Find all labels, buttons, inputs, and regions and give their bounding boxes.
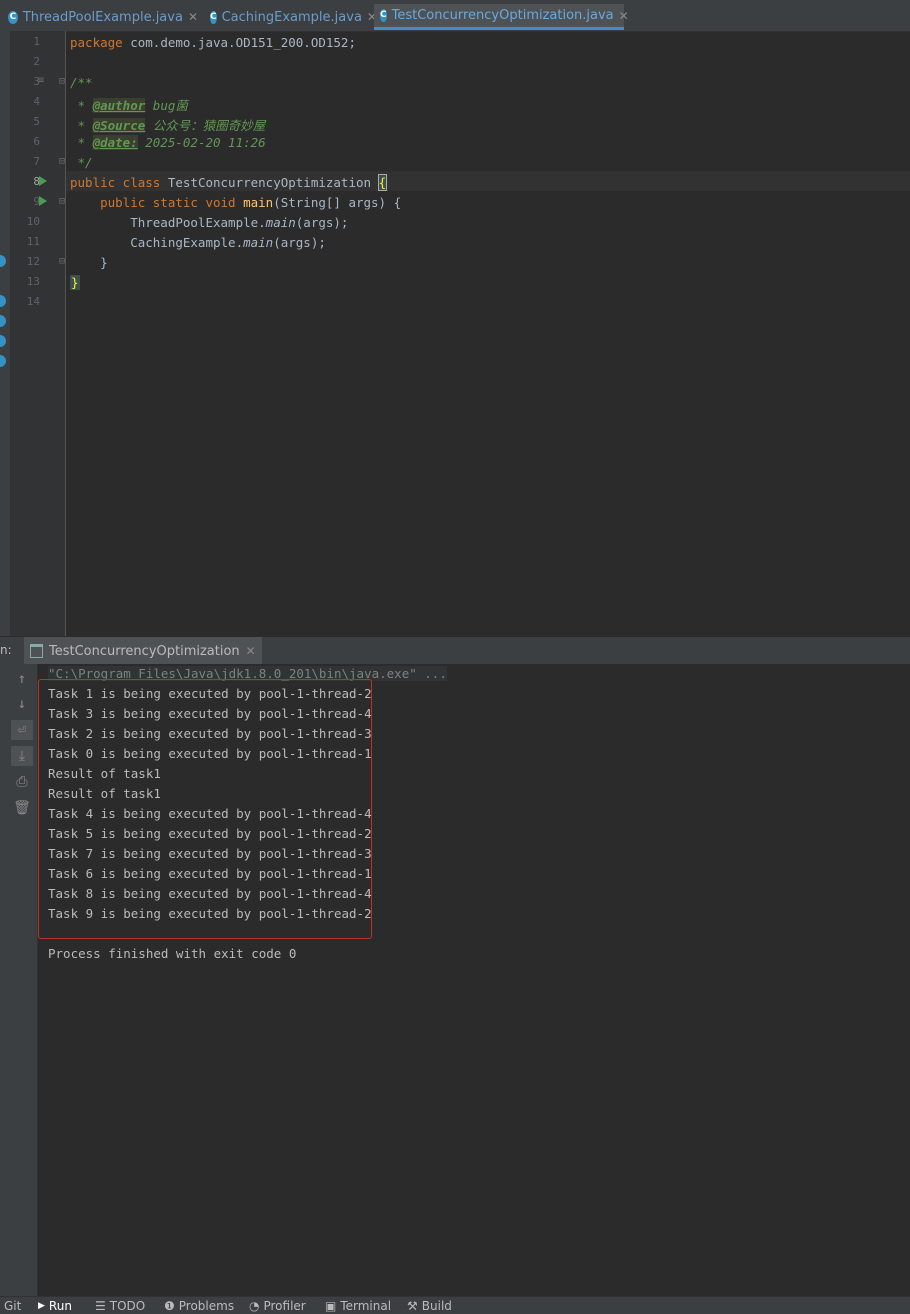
run-class-icon[interactable] [39,176,47,186]
terminal-tool-button[interactable]: ▣ Terminal [325,1299,391,1313]
list-icon: ☰ [95,1299,106,1313]
profiler-tool-button[interactable]: ◔ Profiler [249,1299,306,1313]
code-line: public static void main(String[] args) { [70,195,402,210]
up-arrow-icon[interactable]: ↑ [11,669,33,689]
code-line: public class TestConcurrencyOptimization… [70,174,388,191]
tab-cachingexample[interactable]: C CachingExample.java ✕ [210,4,377,30]
terminal-icon: ▣ [325,1299,337,1313]
line-number: 2 [33,55,40,68]
code-editor[interactable]: package com.demo.java.OD151_200.OD152; /… [66,31,910,636]
build-tool-button[interactable]: ⚒ Build [407,1299,452,1313]
scroll-to-end-icon[interactable]: ⤓ [11,746,33,766]
soft-wrap-icon[interactable]: ⏎ [11,720,33,740]
trash-icon[interactable]: 🗑 [11,798,33,818]
output-line: Task 3 is being executed by pool-1-threa… [48,706,372,721]
fold-icon[interactable]: ⊟ [59,156,65,167]
class-icon: C [380,9,387,22]
code-line: * @author bug菌 [70,98,188,113]
output-line: Task 8 is being executed by pool-1-threa… [48,886,372,901]
run-panel-header: n: TestConcurrencyOptimization ✕ [0,636,910,665]
output-line: Result of task1 [48,766,161,781]
output-line: Task 9 is being executed by pool-1-threa… [48,906,372,921]
line-number: 6 [33,135,40,148]
tab-testconcurrencyoptimization[interactable]: C TestConcurrencyOptimization.java ✕ [374,4,629,30]
line-number: 3 [33,75,40,88]
code-line: * @Source 公众号：猿圈奇妙屋 [70,118,266,133]
hammer-icon: ⚒ [407,1299,418,1313]
code-line: /** [70,75,93,90]
run-tool-button[interactable]: ▶ Run [38,1299,72,1313]
output-line: Result of task1 [48,786,161,801]
git-tool-button[interactable]: Git [4,1299,21,1313]
line-number: 13 [26,275,40,288]
output-line: Task 2 is being executed by pool-1-threa… [48,726,372,741]
line-number: 11 [26,235,40,248]
project-tree-edge [0,31,10,636]
line-number-gutter: 1 2 3 4 5 6 7 8 9 10 11 12 13 14 ≡ ⊟ ⊟ ⊟… [10,31,66,636]
problems-tool-button[interactable]: ❶ Problems [164,1299,234,1313]
code-line: CachingExample.main(args); [70,235,326,250]
class-icon: C [8,10,18,24]
info-icon: ❶ [164,1299,175,1313]
todo-tool-button[interactable]: ☰ TODO [95,1299,145,1313]
close-icon[interactable]: ✕ [246,644,256,658]
output-line: Task 4 is being executed by pool-1-threa… [48,806,372,821]
close-icon[interactable]: ✕ [619,9,629,23]
run-panel-prefix: n: [0,643,12,657]
code-line: } [70,255,108,270]
run-main-icon[interactable] [39,196,47,206]
line-number: 5 [33,115,40,128]
line-number: 14 [26,295,40,308]
doc-icon: ≡ [38,75,45,86]
process-finished-line: Process finished with exit code 0 [48,946,297,961]
console-icon [30,644,43,658]
class-icon: C [210,10,217,24]
close-icon[interactable]: ✕ [188,10,198,24]
down-arrow-icon[interactable]: ↓ [11,694,33,714]
line-number: 12 [26,255,40,268]
tool-window-bar: Git ▶ Run ☰ TODO ❶ Problems ◔ Profiler ▣ Term… [0,1296,910,1314]
code-line: } [70,275,80,290]
editor-tab-bar: C ThreadPoolExample.java ✕ C CachingExam… [0,0,910,32]
profiler-icon: ◔ [249,1299,260,1313]
output-line: Task 7 is being executed by pool-1-threa… [48,846,372,861]
fold-icon[interactable]: ⊟ [59,196,65,207]
code-line: ThreadPoolExample.main(args); [70,215,349,230]
run-tab[interactable]: TestConcurrencyOptimization ✕ [24,637,262,665]
line-number: 7 [33,155,40,168]
play-icon: ▶ [38,1301,45,1311]
print-icon[interactable]: ⎙ [11,772,33,792]
console-output[interactable]: "C:\Program Files\Java\jdk1.8.0_201\bin\… [38,664,910,1296]
code-line: */ [70,155,93,170]
fold-icon[interactable]: ⊟ [59,76,65,87]
output-line: Task 6 is being executed by pool-1-threa… [48,866,372,881]
line-number: 9 [33,195,40,208]
output-line: Task 1 is being executed by pool-1-threa… [48,686,372,701]
fold-icon[interactable]: ⊟ [59,256,65,267]
output-line: Task 5 is being executed by pool-1-threa… [48,826,372,841]
output-line: Task 0 is being executed by pool-1-threa… [48,746,372,761]
code-line: * @date: 2025-02-20 11:26 [70,135,266,150]
run-toolbar: ↑ ↓ ⏎ ⤓ ⎙ 🗑 [0,664,38,1296]
line-number: 10 [26,215,40,228]
tab-threadpoolexample[interactable]: C ThreadPoolExample.java ✕ [8,4,198,30]
line-number: 1 [33,35,40,48]
line-number: 8 [33,175,40,188]
line-number: 4 [33,95,40,108]
code-line: package com.demo.java.OD151_200.OD152; [70,35,356,50]
